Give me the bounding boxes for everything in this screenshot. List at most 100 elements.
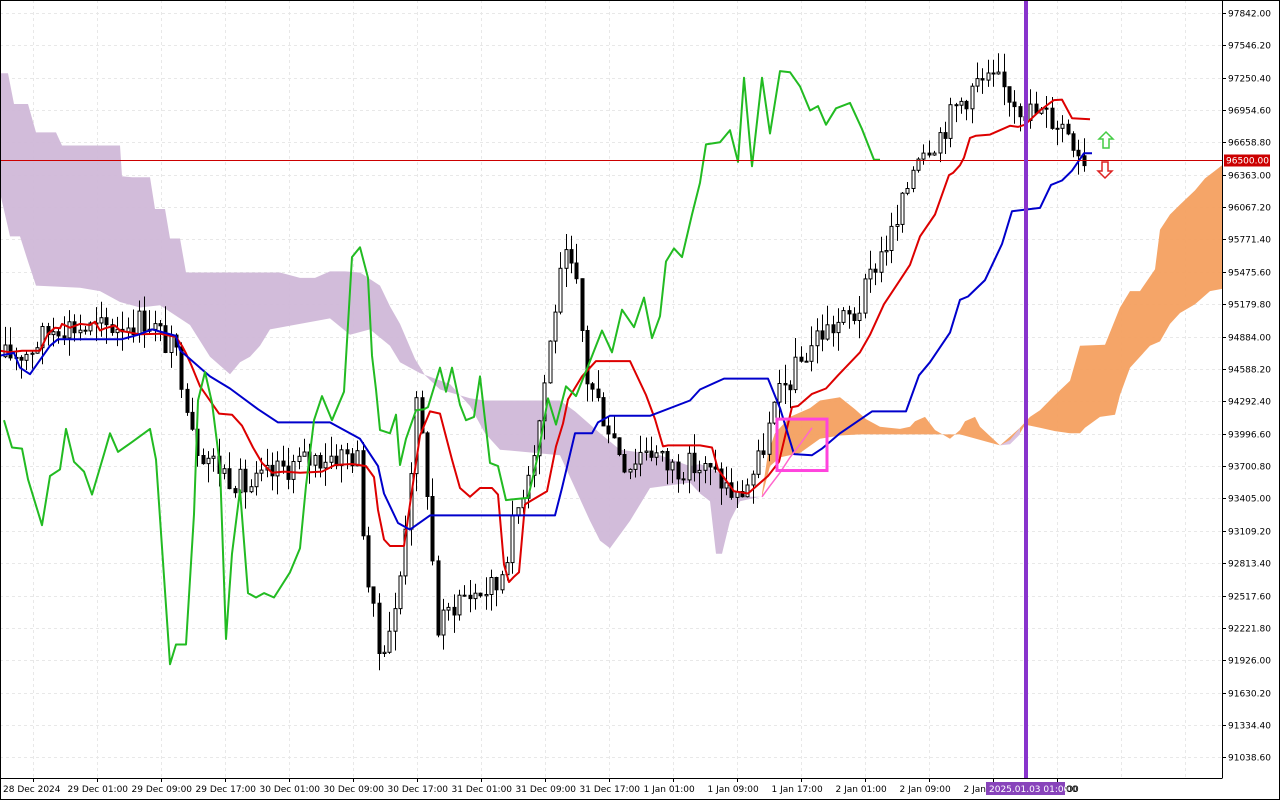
candle-body-bullish [863,278,868,314]
candle-body-bullish [767,422,772,455]
candlestick[interactable] [361,442,366,540]
price-tick-label: 97546.20 [1228,42,1271,52]
candle-body-bullish [644,450,649,453]
candlestick[interactable] [863,273,868,319]
price-tick-label: 95771.40 [1228,236,1271,246]
time-tick-label: 28 Dec 2024 [3,785,61,795]
candle-body-bearish [681,478,686,481]
price-tick-label: 96954.60 [1228,107,1271,117]
candle-body-bullish [153,323,158,330]
candle-body-bullish [78,329,83,334]
candle-body-bearish [377,602,382,655]
candle-body-bullish [489,577,494,595]
candle-body-bullish [510,515,515,564]
price-tick-label: 92813.40 [1228,560,1271,570]
ichimoku-chart[interactable]: 97842.00 97546.20 97250.40 96954.60 96658.80… [0,0,1280,800]
candle-body-bearish [494,577,499,591]
candle-body-bullish [948,104,953,139]
candle-body-bearish [649,450,654,458]
candle-body-bullish [959,100,964,106]
candle-body-bearish [601,397,606,427]
price-tick-label: 95179.80 [1228,301,1271,311]
cursor-time-tail: 00 [1066,785,1078,795]
candlestick[interactable] [548,340,553,384]
candle-body-bullish [441,609,446,636]
price-tick-label: 94884.00 [1228,334,1271,344]
candle-body-bullish [905,188,910,194]
candle-body-bullish [628,468,633,473]
candle-body-bearish [980,78,985,81]
candle-body-bearish [596,388,601,399]
price-tick-label: 97250.40 [1228,75,1271,85]
time-tick-label: 31 Dec 17:00 [580,785,641,795]
candle-body-bullish [900,192,905,225]
candle-body-bearish [227,468,232,490]
candle-body-bullish [687,452,692,481]
candle-body-bearish [361,450,366,537]
candle-body-bearish [847,310,852,315]
time-tick-label: 30 Dec 09:00 [324,785,385,795]
candle-body-bearish [104,317,109,326]
price-tick-label: 94588.20 [1228,366,1271,376]
candle-body-bullish [548,340,553,384]
candle-body-bearish [19,356,24,361]
candle-body-bearish [622,454,627,473]
candle-body-bearish [574,262,579,280]
price-tick-label: 93405.00 [1228,495,1271,505]
candle-body-bullish [884,250,889,253]
candlestick[interactable] [617,437,622,457]
time-tick-label: 31 Dec 01:00 [452,785,513,795]
candle-body-bullish [297,455,302,462]
candle-body-bearish [804,360,809,363]
candlestick[interactable] [500,570,505,594]
candle-body-bullish [323,461,328,469]
current-price-tag: 96500.00 [1224,154,1270,167]
candle-body-bullish [836,321,841,334]
candlestick[interactable] [436,555,441,638]
candle-body-bullish [484,594,489,597]
candle-body-bearish [462,594,467,597]
candle-body-bullish [703,463,708,471]
time-tick-label: 29 Dec 17:00 [196,785,257,795]
candlestick[interactable] [911,166,916,193]
candle-body-bearish [1050,107,1055,129]
candle-body-bullish [393,608,398,632]
time-tick-label: 30 Dec 17:00 [388,785,449,795]
price-tick-label: 93996.60 [1228,431,1271,441]
price-tick-label: 91630.20 [1228,690,1271,700]
candle-body-bullish [473,592,478,600]
time-tick-label: 29 Dec 09:00 [132,785,193,795]
candle-body-bullish [339,449,344,467]
candle-body-bearish [590,383,595,390]
price-tick-label: 94292.40 [1228,398,1271,408]
candlestick[interactable] [398,571,403,615]
candle-body-bullish [398,575,403,610]
candle-body-bullish [809,345,814,362]
candle-body-bearish [366,535,371,588]
candle-body-bearish [425,432,430,497]
time-tick-label: 30 Dec 01:00 [260,785,321,795]
candle-body-bullish [996,71,1001,75]
candlestick[interactable] [366,526,371,593]
candle-body-bullish [291,461,296,480]
candle-body-bullish [932,152,937,156]
price-tick-label: 93109.20 [1228,528,1271,538]
price-tick-label: 96067.20 [1228,204,1271,214]
candle-body-bullish [24,353,29,361]
candle-body-bullish [670,461,675,471]
candle-body-bearish [820,330,825,340]
candle-body-bullish [970,85,975,110]
current-price-value: 96500.00 [1226,157,1269,167]
candle-body-bullish [206,457,211,465]
candle-body-bullish [751,473,756,486]
candle-body-bullish [879,251,884,273]
candlestick[interactable] [916,157,921,173]
candle-body-bullish [756,450,761,475]
candle-body-bullish [254,472,259,488]
candle-body-bullish [745,484,750,498]
candle-body-bullish [911,169,916,190]
candle-body-bearish [270,464,275,477]
candle-body-bearish [1012,101,1017,108]
candle-body-bearish [201,455,206,465]
candle-body-bearish [243,468,248,493]
